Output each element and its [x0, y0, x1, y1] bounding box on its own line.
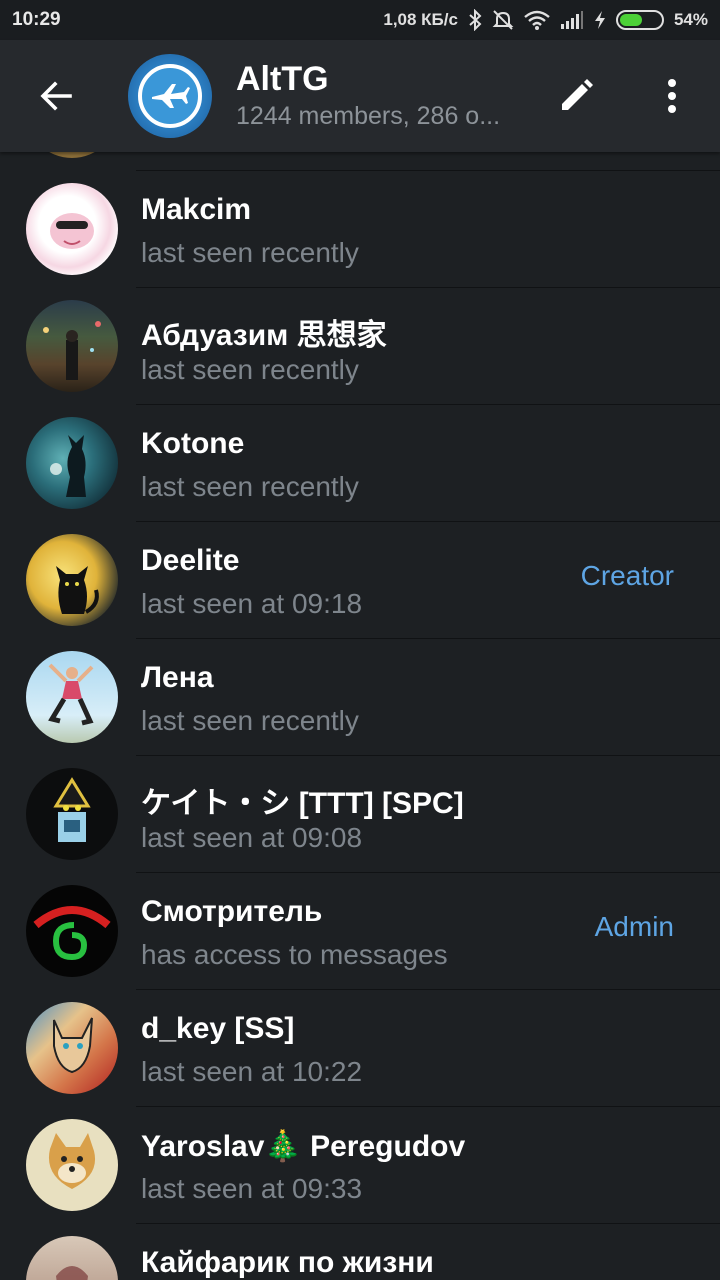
- battery-percent: 54%: [673, 10, 708, 29]
- member-row[interactable]: Лена last seen recently: [0, 639, 720, 756]
- pencil-icon: [562, 79, 593, 110]
- member-avatar: [26, 885, 118, 977]
- battery-fill: [619, 14, 642, 26]
- member-status: last seen recently: [141, 237, 359, 268]
- member-row[interactable]: Кайфарик по жизни: [0, 1224, 720, 1280]
- member-row[interactable]: Абдуазим 思想家 last seen recently: [0, 288, 720, 405]
- signal-icon: [560, 10, 584, 30]
- battery-icon: [615, 10, 664, 30]
- charging-icon: [594, 10, 606, 30]
- member-list[interactable]: Makcim last seen recently Абдуазим 思想家 l…: [0, 152, 720, 1280]
- member-status: last seen at 09:18: [141, 588, 363, 619]
- member-avatar: [26, 1119, 118, 1211]
- member-role: Admin: [594, 911, 674, 942]
- network-speed: 1,08 КБ/с: [383, 10, 458, 29]
- member-status: last seen recently: [141, 471, 359, 502]
- member-row[interactable]: Kotone last seen recently: [0, 405, 720, 522]
- member-name: Кайфарик по жизни: [141, 1246, 434, 1279]
- chat-title: AltTG: [236, 60, 329, 98]
- member-avatar: [26, 417, 118, 509]
- member-row[interactable]: Deelite last seen at 09:18 Creator: [0, 522, 720, 639]
- member-row[interactable]: Yaroslav🎄 Peregudov last seen at 09:33: [0, 1107, 720, 1224]
- more-options-button[interactable]: [624, 40, 720, 152]
- member-avatar: [26, 768, 118, 860]
- back-arrow-icon: [40, 81, 72, 111]
- chat-subtitle: 1244 members, 286 o...: [236, 102, 501, 130]
- edit-button[interactable]: [528, 40, 624, 152]
- member-row-partial[interactable]: [0, 152, 720, 171]
- chat-title-block[interactable]: AltTG 1244 members, 286 o...: [236, 59, 528, 133]
- member-avatar: [26, 1002, 118, 1094]
- member-name: d_key [SS]: [141, 1012, 295, 1045]
- member-row[interactable]: Смотритель has access to messages Admin: [0, 873, 720, 990]
- member-status: last seen recently: [141, 354, 359, 385]
- member-name: Makcim: [141, 193, 252, 226]
- status-time: 10:29: [12, 9, 61, 30]
- member-name: Deelite: [141, 544, 240, 577]
- back-button[interactable]: [0, 40, 112, 152]
- member-name: Лена: [141, 661, 214, 694]
- more-vertical-icon: [668, 79, 676, 113]
- member-status: last seen recently: [141, 705, 359, 736]
- member-status: has access to messages: [141, 939, 448, 970]
- member-avatar: [26, 183, 118, 275]
- member-avatar: [26, 1236, 118, 1280]
- chat-header: AltTG 1244 members, 286 o...: [0, 40, 720, 152]
- member-name: Kotone: [141, 427, 245, 460]
- member-status: last seen at 10:22: [141, 1056, 363, 1087]
- plane-icon: [152, 84, 190, 108]
- member-name: ケイト・シ [TTT] [SPC]: [141, 787, 464, 820]
- member-name: Абдуазим 思想家: [141, 319, 387, 352]
- member-name: Yaroslav🎄 Peregudov: [141, 1130, 466, 1163]
- bluetooth-icon: [468, 9, 482, 31]
- group-avatar[interactable]: [128, 54, 212, 138]
- member-avatar: [26, 300, 118, 392]
- mute-icon: [492, 9, 514, 31]
- member-status: last seen at 09:08: [141, 822, 363, 853]
- member-avatar: [26, 534, 118, 626]
- member-row[interactable]: Makcim last seen recently: [0, 171, 720, 288]
- wifi-icon: [524, 10, 550, 30]
- status-bar: 10:29 1,08 КБ/с 54%: [0, 0, 720, 40]
- member-avatar: [26, 651, 118, 743]
- member-avatar: [26, 152, 118, 158]
- member-name: Смотритель: [141, 895, 323, 928]
- member-row[interactable]: ケイト・シ [TTT] [SPC] last seen at 09:08: [0, 756, 720, 873]
- member-row[interactable]: d_key [SS] last seen at 10:22: [0, 990, 720, 1107]
- member-role: Creator: [580, 560, 674, 591]
- member-status: last seen at 09:33: [141, 1173, 363, 1204]
